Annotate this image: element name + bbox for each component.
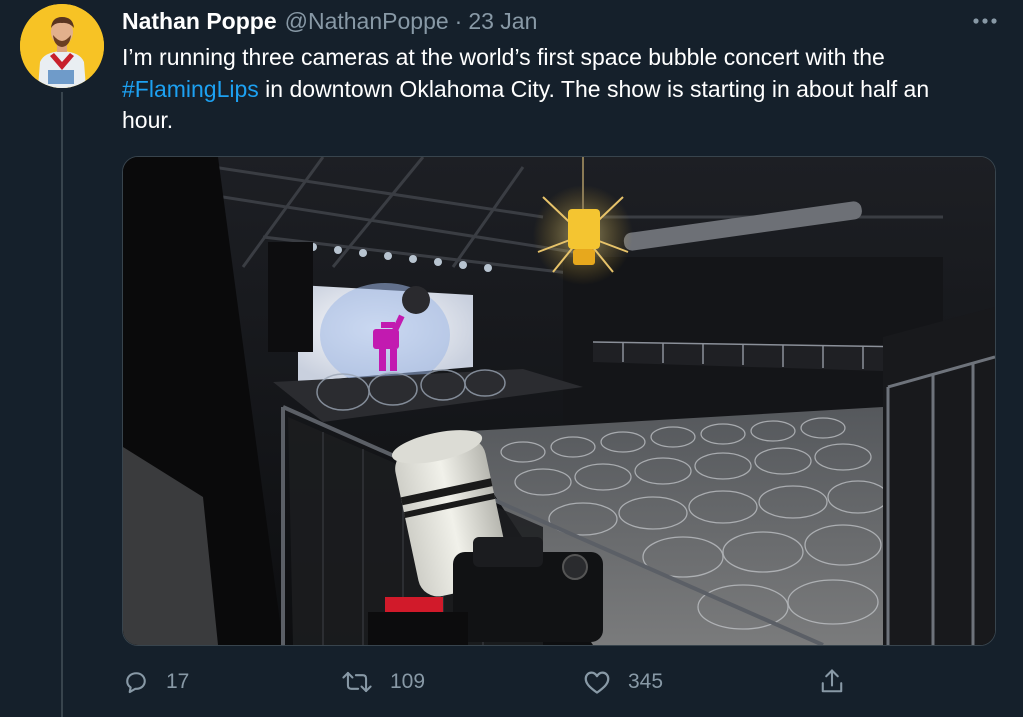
tweet-text-part1: I’m running three cameras at the world’s… <box>122 44 885 70</box>
hashtag-link[interactable]: #FlamingLips <box>122 76 259 102</box>
tweet-text: I’m running three cameras at the world’s… <box>122 42 982 137</box>
concert-venue-photo <box>123 157 995 645</box>
retweet-icon <box>342 671 372 693</box>
separator-dot: · <box>454 7 463 34</box>
tweet-actions: 17 109 345 <box>122 664 996 700</box>
thread-line <box>61 92 63 717</box>
author-handle[interactable]: @NathanPoppe <box>285 8 449 35</box>
reply-icon <box>126 672 146 694</box>
tweet-header: Nathan Poppe @NathanPoppe · 23 Jan <box>122 6 537 36</box>
heart-icon <box>584 671 610 694</box>
tweet-media-photo[interactable] <box>122 156 996 646</box>
reply-count: 17 <box>166 670 190 693</box>
retweet-count: 109 <box>390 670 426 693</box>
tweet-date[interactable]: 23 Jan <box>468 8 537 35</box>
share-button[interactable] <box>818 664 846 700</box>
avatar[interactable] <box>20 4 104 88</box>
like-button[interactable]: 345 <box>582 664 663 700</box>
retweet-button[interactable]: 109 <box>340 664 425 700</box>
more-options-button[interactable] <box>969 6 1001 36</box>
tweet: Nathan Poppe @NathanPoppe · 23 Jan I’m r… <box>0 0 1023 717</box>
like-count: 345 <box>628 670 664 693</box>
more-dots-icon <box>973 18 997 24</box>
author-display-name[interactable]: Nathan Poppe <box>122 8 277 35</box>
share-icon <box>821 669 843 693</box>
avatar-image <box>20 4 104 88</box>
reply-button[interactable]: 17 <box>122 664 189 700</box>
